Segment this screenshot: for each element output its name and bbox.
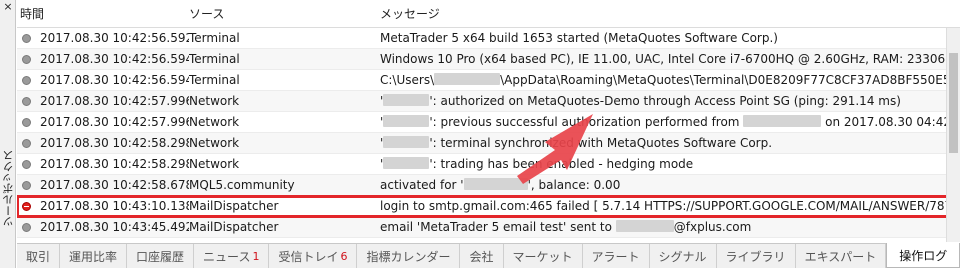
toolbox-label: ツールボックス	[2, 150, 15, 227]
log-row[interactable]: 2017.08.30 10:42:56.594 Terminal C:\User…	[17, 70, 960, 91]
redacted-login	[463, 178, 528, 190]
scrollbar-thumb[interactable]	[949, 53, 958, 153]
log-message: ' ': authorized on MetaQuotes-Demo throug…	[380, 94, 901, 108]
redacted-ip	[743, 115, 822, 127]
log-time: 2017.08.30 10:42:58.678	[40, 178, 189, 192]
log-time: 2017.08.30 10:42:58.298	[40, 136, 189, 150]
redacted-account	[383, 94, 430, 106]
tab-history[interactable]: 口座履歴	[127, 244, 195, 268]
log-message: ' ': trading has been enabled - hedging m…	[380, 157, 694, 171]
log-message: ' ': previous successful authorization pe…	[380, 115, 960, 129]
log-row[interactable]: 2017.08.30 10:42:58.298 Network ' ': trad…	[17, 154, 960, 175]
log-row[interactable]: 2017.08.30 10:42:58.678 MQL5.community a…	[17, 175, 960, 196]
info-status-icon	[22, 117, 31, 127]
redacted-account	[383, 157, 430, 169]
log-message: activated for ' ', balance: 0.00	[380, 178, 621, 192]
log-message: Windows 10 Pro (x64 based PC), IE 11.00,…	[380, 52, 960, 66]
tab-news[interactable]: ニュース 1	[194, 244, 270, 268]
log-message: login to smtp.gmail.com:465 failed [ 5.7…	[380, 199, 960, 213]
news-count-badge: 1	[252, 249, 260, 263]
log-source: Network	[189, 157, 240, 171]
log-row[interactable]: 2017.08.30 10:42:56.592 Terminal MetaTra…	[17, 28, 960, 49]
log-row[interactable]: 2017.08.30 10:42:57.996 Network ' ': auth…	[17, 91, 960, 112]
log-source: MQL5.community	[189, 178, 295, 192]
mailbox-count-badge: 6	[340, 249, 348, 263]
info-status-icon	[22, 222, 31, 232]
error-status-icon	[22, 201, 31, 211]
log-message: C:\Users\ \AppData\Roaming\MetaQuotes\Ter…	[380, 73, 960, 87]
toolbox-close-button[interactable]: ×	[2, 1, 14, 13]
log-time: 2017.08.30 10:42:56.594	[40, 73, 189, 87]
log-time: 2017.08.30 10:42:58.298	[40, 157, 189, 171]
tab-experts[interactable]: エキスパート	[796, 244, 887, 268]
vertical-scrollbar[interactable]	[946, 28, 960, 242]
log-time: 2017.08.30 10:42:56.592	[40, 31, 189, 45]
tab-calendar[interactable]: 指標カレンダー	[357, 244, 461, 268]
log-time: 2017.08.30 10:43:45.492	[40, 220, 189, 234]
tab-company[interactable]: 会社	[460, 244, 504, 268]
tab-journal[interactable]: 操作ログ	[886, 243, 960, 268]
terminal-tab-bar: 取引 運用比率 口座履歴 ニュース 1 受信トレイ 6 指標カレンダー 会社 マーケ…	[17, 243, 960, 268]
tab-signals[interactable]: シグナル	[650, 244, 717, 268]
log-time: 2017.08.30 10:43:10.138	[40, 199, 189, 213]
log-source: MailDispatcher	[189, 199, 279, 213]
tab-library[interactable]: ライブラリ	[717, 244, 796, 268]
tab-mailbox[interactable]: 受信トレイ 6	[269, 244, 358, 268]
tab-trade[interactable]: 取引	[17, 244, 61, 268]
tab-market[interactable]: マーケット	[504, 244, 583, 268]
journal-log-table: 時間 ソース メッセージ 2017.08.30 10:42:56.592 Ter…	[17, 0, 960, 243]
log-time: 2017.08.30 10:42:57.996	[40, 94, 189, 108]
column-header-source[interactable]: ソース	[189, 5, 380, 22]
redacted-email-user	[615, 220, 674, 232]
log-time: 2017.08.30 10:42:57.996	[40, 115, 189, 129]
log-source: Terminal	[189, 52, 240, 66]
log-message: ' ': terminal synchronized with MetaQuote…	[380, 136, 773, 150]
tab-alerts[interactable]: アラート	[583, 244, 650, 268]
info-status-icon	[22, 75, 31, 85]
info-status-icon	[22, 96, 31, 106]
log-row[interactable]: 2017.08.30 10:43:45.492 MailDispatcher e…	[17, 217, 960, 238]
log-message: email 'MetaTrader 5 email test' sent to …	[380, 220, 752, 234]
log-row[interactable]: 2017.08.30 10:42:57.996 Network ' ': prev…	[17, 112, 960, 133]
tab-exposure[interactable]: 運用比率	[60, 244, 128, 268]
info-status-icon	[22, 54, 31, 64]
redacted-account	[383, 136, 430, 148]
log-source: Network	[189, 94, 240, 108]
log-source: Terminal	[189, 73, 240, 87]
info-status-icon	[22, 33, 31, 43]
info-status-icon	[22, 180, 31, 190]
redacted-account	[383, 115, 430, 127]
log-source: Network	[189, 115, 240, 129]
log-source: Terminal	[189, 31, 240, 45]
info-status-icon	[22, 138, 31, 148]
log-row[interactable]: 2017.08.30 10:42:58.298 Network ' ': term…	[17, 133, 960, 154]
log-header: 時間 ソース メッセージ	[17, 0, 960, 28]
log-message: MetaTrader 5 x64 build 1653 started (Met…	[380, 31, 778, 45]
redacted-username	[434, 73, 501, 85]
log-rows: 2017.08.30 10:42:56.592 Terminal MetaTra…	[17, 28, 960, 238]
column-header-message[interactable]: メッセージ	[380, 5, 960, 22]
log-source: MailDispatcher	[189, 220, 279, 234]
log-time: 2017.08.30 10:42:56.594	[40, 52, 189, 66]
log-row[interactable]: 2017.08.30 10:42:56.594 Terminal Windows…	[17, 49, 960, 70]
log-source: Network	[189, 136, 240, 150]
info-status-icon	[22, 159, 31, 169]
toolbox-strip: × ツールボックス	[0, 0, 16, 268]
log-row-error-highlighted[interactable]: 2017.08.30 10:43:10.138 MailDispatcher l…	[17, 195, 960, 218]
column-header-time[interactable]: 時間	[17, 5, 189, 22]
